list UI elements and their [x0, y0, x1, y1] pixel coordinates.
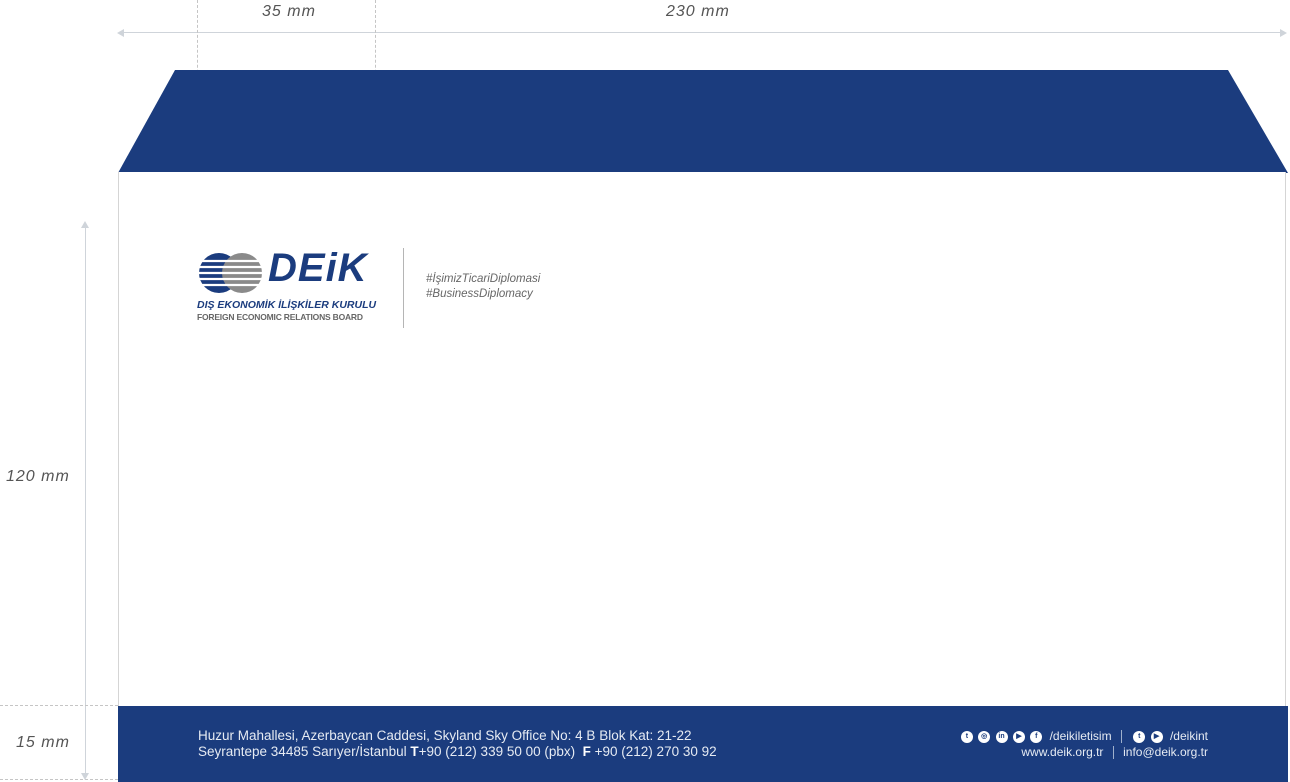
width-dimension-line: [124, 32, 1280, 33]
social-handle-deikint[interactable]: /deikint: [1170, 729, 1208, 743]
social-row: t ◎ in ▶ f /deikiletisim t ▶ /deikint: [959, 728, 1208, 744]
width-arrow-left: [117, 29, 124, 37]
logo-width-label: 35 mm: [262, 3, 316, 20]
hashtag-tr: #İşimizTicariDiplomasi: [426, 273, 541, 285]
address-line-2: Seyrantepe 34485 Sarıyer/İstanbul T+90 (…: [198, 744, 717, 759]
height-dimension-line: [85, 228, 86, 706]
address-line-1: Huzur Mahallesi, Azerbaycan Caddesi, Sky…: [198, 728, 692, 743]
height-arrow-top: [81, 221, 89, 228]
email-link[interactable]: info@deik.org.tr: [1123, 745, 1208, 759]
youtube-icon[interactable]: ▶: [1150, 730, 1163, 743]
footer-separator: [1112, 746, 1114, 760]
fax-number: +90 (212) 270 30 92: [590, 744, 717, 759]
footer-guide-top: [0, 705, 118, 706]
phone-number: +90 (212) 339 50 00 (pbx): [418, 744, 576, 759]
footer-address: Huzur Mahallesi, Azerbaycan Caddesi, Sky…: [198, 728, 717, 760]
logo-subtitle-tr: DIŞ EKONOMİK İLİŞKİLER KURULU: [197, 299, 377, 311]
envelope-width-label: 230 mm: [666, 3, 730, 20]
twitter-icon[interactable]: t: [960, 730, 973, 743]
footer-arrow-bottom: [81, 773, 89, 780]
footer-height-label: 15 mm: [16, 734, 70, 751]
envelope-flap: [118, 70, 1288, 173]
logo-divider: [403, 248, 404, 328]
social-handle-deikiletisim[interactable]: /deikiletisim: [1050, 729, 1112, 743]
envelope-footer: Huzur Mahallesi, Azerbaycan Caddesi, Sky…: [118, 706, 1288, 782]
hashtag-en: #BusinessDiplomacy: [426, 288, 533, 300]
fax-label: F: [582, 744, 591, 759]
instagram-icon[interactable]: ◎: [978, 730, 991, 743]
website-link[interactable]: www.deik.org.tr: [1021, 745, 1103, 759]
footer-contact: t ◎ in ▶ f /deikiletisim t ▶ /deikint ww…: [959, 728, 1208, 760]
footer-dimension-line: [85, 706, 86, 774]
twitter-icon[interactable]: t: [1133, 730, 1146, 743]
web-row: www.deik.org.tr info@deik.org.tr: [959, 744, 1208, 760]
envelope-height-label: 120 mm: [6, 468, 70, 485]
facebook-icon[interactable]: f: [1030, 730, 1043, 743]
phone-label: T: [410, 744, 419, 759]
linkedin-icon[interactable]: in: [995, 730, 1008, 743]
logo-subtitle-en: FOREIGN ECONOMIC RELATIONS BOARD: [197, 312, 363, 322]
deik-wordmark: DEiK: [268, 246, 368, 290]
youtube-icon[interactable]: ▶: [1012, 730, 1025, 743]
footer-separator: [1120, 730, 1122, 744]
width-arrow-right: [1280, 29, 1287, 37]
footer-guide-bottom: [0, 779, 118, 780]
